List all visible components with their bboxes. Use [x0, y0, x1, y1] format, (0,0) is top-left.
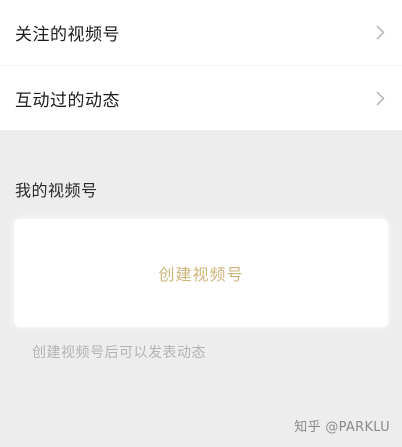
- menu-item-followed-channels[interactable]: 关注的视频号: [0, 0, 402, 65]
- menu-item-label: 关注的视频号: [15, 25, 120, 45]
- section-title-my-channel: 我的视频号: [15, 181, 98, 200]
- watermark: 知乎 @PARKLU: [294, 420, 390, 435]
- chevron-right-icon: [374, 90, 386, 106]
- create-channel-hint: 创建视频号后可以发表动态: [32, 345, 206, 361]
- chevron-right-icon: [374, 25, 386, 41]
- menu-item-label: 互动过的动态: [15, 90, 120, 111]
- menu-list: 关注的视频号 互动过的动态: [0, 0, 402, 130]
- menu-item-interacted-posts[interactable]: 互动过的动态: [0, 65, 402, 130]
- create-channel-card[interactable]: 创建视频号: [14, 219, 388, 327]
- create-channel-button[interactable]: 创建视频号: [158, 261, 243, 285]
